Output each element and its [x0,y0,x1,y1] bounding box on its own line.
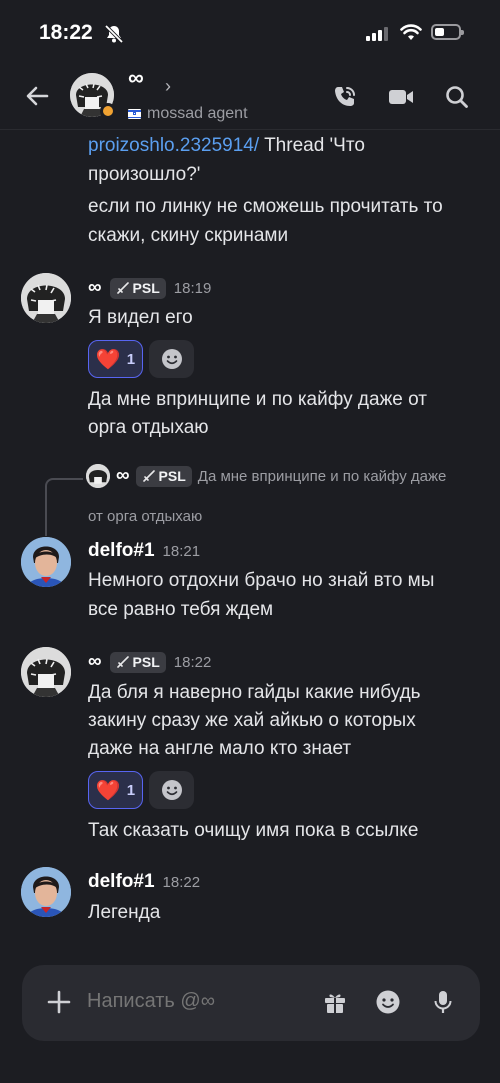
phone-icon[interactable] [332,84,358,110]
message-text: Немного отдохни брачо но знай вто мы [88,570,435,591]
chevron-right-icon[interactable]: › [165,76,171,97]
bell-off-icon [104,24,124,44]
wifi-icon [400,24,422,40]
sword-icon [142,469,155,482]
author-name[interactable]: delfo#1 [88,540,155,562]
reply-preview[interactable]: ∞ PSL Да мне впринципе и по кайфу даже [86,464,446,488]
reaction-count: 1 [126,781,136,799]
message-link[interactable]: proizoshlo.2325914/ [88,135,259,156]
message-text: орга отдыхаю [88,417,209,438]
reply-text: от орга отдыхаю [88,508,203,525]
status-time: 18:22 [39,21,93,44]
reply-text: Да мне впринципе и по кайфу даже [197,467,447,485]
status-bar: 18:22 [0,0,500,64]
message-text: Легенда [88,902,161,923]
heart-icon: ❤️ [95,348,121,371]
message-header: ∞ PSL 18:19 [88,277,211,299]
message-header: ∞ PSL 18:22 [88,651,211,673]
message-input[interactable] [87,990,287,1013]
author-name[interactable]: ∞ [88,651,102,673]
reply-author: ∞ [116,465,130,486]
emoji-icon[interactable] [375,989,401,1015]
channel-header: ∞ › mossad agent [0,64,500,130]
reaction-count: 1 [126,350,136,368]
timestamp: 18:19 [173,279,212,297]
avatar[interactable] [21,647,71,697]
add-reaction-button[interactable] [149,771,194,809]
subtitle-text: mossad agent [147,105,248,122]
search-icon[interactable] [444,84,470,110]
message-text: даже на англе мало кто знает [88,738,352,759]
message-text: Да мне впринципе и по кайфу даже от [88,389,427,410]
avatar[interactable] [21,537,71,587]
channel-title[interactable]: ∞ [128,65,144,91]
message-header: delfo#1 18:22 [88,871,200,893]
message-text: произошло?' [88,164,201,185]
message-text: Да бля я наверно гайды какие нибудь [88,682,421,703]
reaction-heart[interactable]: ❤️ 1 [88,771,143,809]
avatar[interactable] [21,867,71,917]
message-text: Я видел его [88,307,193,328]
message-text: proizoshlo.2325914/ Thread 'Что [88,135,365,156]
smile-icon [161,349,182,369]
clan-tag: PSL [135,465,192,487]
message-text: закину сразу же хай айкью о которых [88,710,416,731]
avatar[interactable] [21,273,71,323]
battery-icon [431,24,464,40]
reply-connector [45,478,83,536]
timestamp: 18:22 [162,873,201,891]
israel-flag-icon [128,109,141,119]
reaction-heart[interactable]: ❤️ 1 [88,340,143,378]
add-reaction-button[interactable] [149,340,194,378]
message-header: delfo#1 18:21 [88,540,200,562]
smile-icon [161,780,182,800]
video-camera-icon[interactable] [388,84,414,110]
channel-subtitle: mossad agent [128,105,248,123]
author-name[interactable]: delfo#1 [88,871,155,893]
message-text: если по линку не сможешь прочитать то [88,196,443,217]
message-text: все равно тебя ждем [88,599,274,620]
timestamp: 18:21 [162,542,201,560]
clan-tag[interactable]: PSL [109,651,166,673]
clan-tag[interactable]: PSL [109,277,166,299]
sword-icon [116,655,129,668]
plus-icon[interactable] [44,987,74,1017]
message-composer [22,965,480,1041]
back-arrow-icon[interactable] [22,81,52,111]
microphone-icon[interactable] [430,989,456,1015]
avatar [86,464,110,488]
heart-icon: ❤️ [95,779,121,802]
message-text: Так сказать очищу имя пока в ссылке [88,820,419,841]
idle-status-icon [100,103,116,119]
author-name[interactable]: ∞ [88,277,102,299]
signal-icon [366,26,388,41]
sword-icon [116,281,129,294]
message-text: скажи, скину скринами [88,225,289,246]
gift-icon[interactable] [322,989,348,1015]
timestamp: 18:22 [173,653,212,671]
